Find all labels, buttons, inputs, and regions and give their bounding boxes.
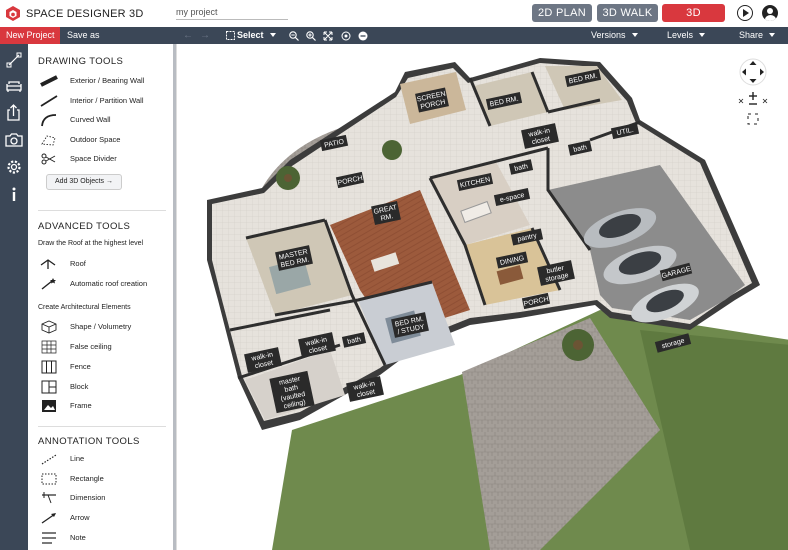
roof-icon (40, 259, 56, 269)
note-icon (42, 532, 56, 544)
select-dropdown[interactable]: Select (237, 27, 276, 44)
scissors-icon (41, 153, 56, 165)
palm-tree-back (276, 166, 300, 190)
annotation-tools-title: ANNOTATION TOOLS (38, 436, 140, 447)
levels-label: Levels (667, 30, 694, 40)
thick-wall-icon (40, 75, 58, 87)
2d-plan-button[interactable]: 2D PLAN (532, 4, 592, 22)
save-as-button[interactable]: Save as (67, 27, 100, 44)
zoom-in-icon[interactable] (749, 92, 757, 100)
app-logo-icon[interactable] (6, 6, 20, 21)
user-account-icon[interactable] (762, 5, 778, 21)
chevron-down-icon (769, 33, 776, 37)
select-label: Select (237, 30, 264, 40)
tool-label: Arrow (70, 513, 90, 522)
divider (38, 426, 166, 427)
new-project-button[interactable]: New Project (0, 27, 60, 44)
more-options-icon[interactable] (358, 31, 368, 41)
rectangle-icon (41, 473, 57, 485)
elements-hint: Create Architectural Elements (38, 304, 131, 311)
navigation-control[interactable] (735, 57, 771, 127)
chevron-down-icon (269, 33, 276, 37)
zoom-in-icon[interactable] (306, 31, 316, 41)
tool-label: Curved Wall (70, 115, 111, 124)
top-bar: SPACE DESIGNER 3D 2D PLAN 3D WALK 3D GLO… (0, 0, 788, 37)
chevron-down-icon (631, 33, 638, 37)
chevron-down-icon (699, 33, 706, 37)
versions-menu[interactable]: Versions (591, 27, 638, 44)
tool-label: Automatic roof creation (70, 279, 148, 288)
roof-hint: Draw the Roof at the highest level (38, 240, 144, 247)
tool-label: Space Divider (70, 154, 117, 163)
3d-global-button[interactable]: 3D GLOBAL (662, 4, 725, 37)
share-menu[interactable]: Share (739, 27, 776, 44)
tool-label: Dimension (70, 493, 106, 502)
tool-label: Fence (70, 362, 91, 371)
dotted-line-icon (41, 454, 57, 465)
fence-icon (41, 360, 57, 374)
3d-walk-button[interactable]: 3D WALK (597, 4, 658, 22)
3d-viewport[interactable]: SCREEN PORCH BED RM. BED RM. walk-in closet ba… (177, 44, 788, 550)
thin-wall-icon (40, 95, 58, 107)
info-icon[interactable] (4, 184, 24, 204)
palm-tree-side (382, 140, 402, 160)
tool-label: Exterior / Bearing Wall (70, 76, 145, 85)
magic-wand-icon (41, 278, 56, 290)
export-icon[interactable] (4, 103, 24, 123)
cube-icon (41, 320, 57, 334)
tool-label: Note (70, 533, 86, 542)
add-3d-objects-button[interactable]: Add 3D Objects → (46, 174, 122, 190)
main-toolbar: New Project Save as ← → Select Versions … (0, 27, 788, 44)
share-label: Share (739, 30, 764, 40)
center-view-icon[interactable] (341, 31, 351, 41)
drawing-tools-title: DRAWING TOOLS (38, 56, 124, 67)
settings-icon[interactable] (4, 157, 24, 177)
icon-sidebar (0, 44, 28, 550)
grid-icon (41, 340, 57, 354)
undo-icon[interactable]: ← (183, 27, 193, 44)
tool-label: Block (70, 382, 89, 391)
tool-label: False ceiling (70, 342, 112, 351)
fullscreen-icon[interactable] (747, 113, 759, 125)
measure-icon[interactable] (4, 50, 24, 70)
tool-label: Interior / Partition Wall (70, 96, 144, 105)
outdoor-space-icon (41, 135, 56, 146)
tool-label: Rectangle (70, 474, 104, 483)
play-icon[interactable] (737, 5, 753, 21)
floorplan-3d-render[interactable]: SCREENPORCH BED RM.BED RM.walk-inclosetba… (177, 44, 788, 550)
versions-label: Versions (591, 30, 626, 40)
arrow-icon (41, 513, 56, 524)
tool-label: Outdoor Space (70, 135, 121, 144)
camera-icon[interactable] (4, 130, 24, 150)
advanced-tools-title: ADVANCED TOOLS (38, 221, 131, 232)
levels-menu[interactable]: Levels (667, 27, 706, 44)
panel-scrollbar[interactable] (173, 44, 176, 550)
project-name-input[interactable] (176, 5, 288, 20)
zoom-out-icon[interactable] (289, 31, 299, 41)
curved-wall-icon (41, 114, 57, 127)
select-tool-icon[interactable] (226, 31, 235, 40)
tool-label: Roof (70, 259, 86, 268)
fit-view-icon[interactable] (323, 31, 333, 41)
divider (38, 210, 166, 211)
tools-panel: DRAWING TOOLS Exterior / Bearing Wall In… (28, 44, 177, 550)
tool-label: Shape / Volumetry (70, 322, 132, 331)
dimension-icon (42, 492, 56, 504)
palm-tree-front (562, 329, 594, 361)
tool-label: Frame (70, 401, 92, 410)
block-icon (41, 380, 57, 394)
furniture-icon[interactable] (4, 76, 24, 96)
app-brand: SPACE DESIGNER 3D (26, 8, 144, 20)
redo-icon[interactable]: → (200, 27, 210, 44)
frame-icon (42, 400, 56, 412)
tool-label: Line (70, 454, 85, 463)
